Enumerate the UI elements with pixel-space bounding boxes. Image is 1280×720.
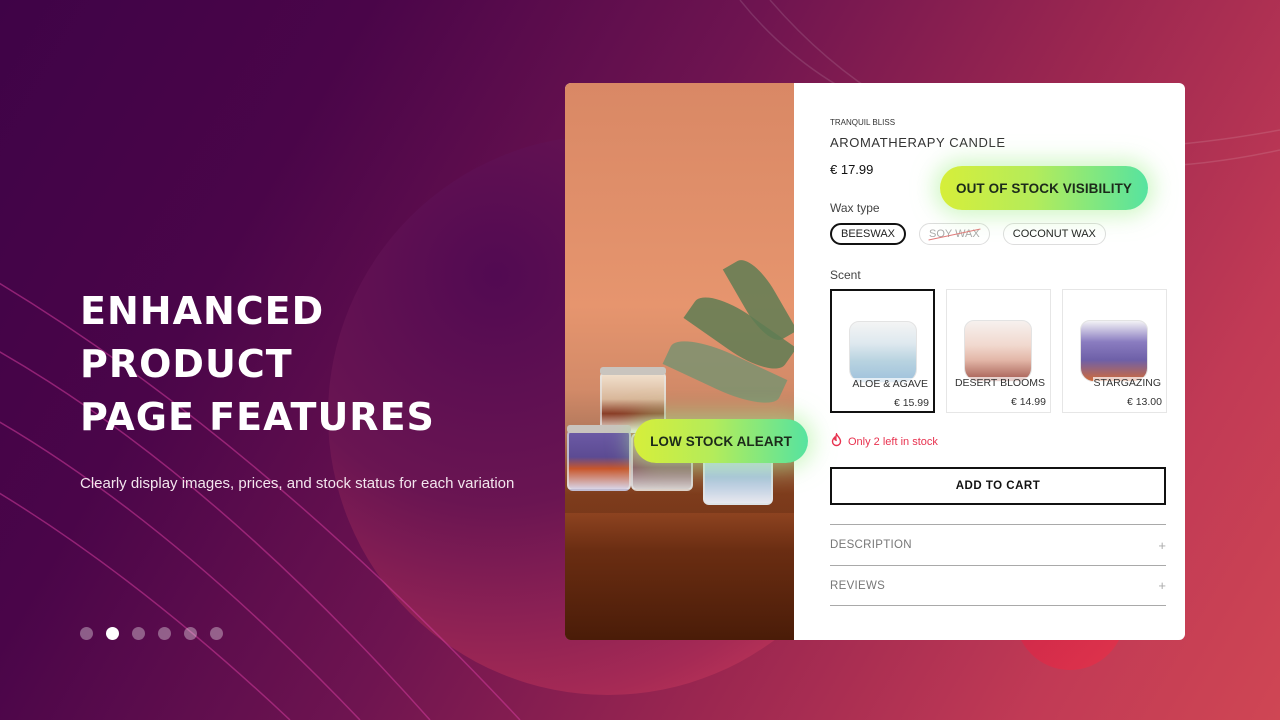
low-stock-text: Only 2 left in stock <box>848 435 938 448</box>
carousel-dot-4[interactable] <box>158 627 171 640</box>
plus-icon: + <box>1158 578 1166 593</box>
scent-option-desert-blooms[interactable]: DESERT BLOOMS € 14.99 <box>946 289 1051 413</box>
hero-subtitle: Clearly display images, prices, and stoc… <box>80 475 515 492</box>
scent-options: ALOE & AGAVE € 15.99 DESERT BLOOMS € 14.… <box>830 289 1167 413</box>
scent-price: € 13.00 <box>1126 396 1162 408</box>
scent-label: Scent <box>830 268 861 282</box>
wax-option-beeswax[interactable]: BEESWAX <box>830 223 906 245</box>
candle-thumbnail <box>1080 320 1148 382</box>
product-title: AROMATHERAPY CANDLE <box>830 135 1006 150</box>
carousel-dot-5[interactable] <box>184 627 197 640</box>
accordion-title: REVIEWS <box>830 579 886 592</box>
plus-icon: + <box>1158 537 1166 553</box>
low-stock-alert-badge: LOW STOCK ALEART <box>634 419 808 463</box>
hero-title-line-1: ENHANCED PRODUCT <box>80 289 325 386</box>
add-to-cart-button[interactable]: ADD TO CART <box>830 467 1166 505</box>
wax-option-coconut-wax[interactable]: COCONUT WAX <box>1002 223 1106 245</box>
wooden-table <box>565 513 794 640</box>
carousel-dot-6[interactable] <box>210 627 223 640</box>
carousel-pagination <box>80 627 223 640</box>
wax-option-soy-wax-out-of-stock[interactable]: SOY WAX <box>919 223 990 245</box>
accordion-description[interactable]: DESCRIPTION + <box>830 524 1166 565</box>
scent-name: STARGAZING <box>1092 377 1162 389</box>
scent-option-stargazing[interactable]: STARGAZING € 13.00 <box>1062 289 1167 413</box>
scent-name: DESERT BLOOMS <box>953 377 1046 389</box>
scent-name: ALOE & AGAVE <box>851 378 929 390</box>
out-of-stock-visibility-badge: OUT OF STOCK VISIBILITY <box>940 166 1148 210</box>
low-stock-message: Only 2 left in stock <box>830 431 938 450</box>
product-price: € 17.99 <box>830 162 874 177</box>
hero-title-line-2: PAGE FEATURES <box>80 395 435 439</box>
accordion-reviews[interactable]: REVIEWS + <box>830 565 1166 606</box>
wax-type-options: BEESWAX SOY WAX COCONUT WAX <box>830 223 1106 245</box>
product-brand: TRANQUIL BLISS <box>830 118 896 127</box>
hero-title: ENHANCED PRODUCT PAGE FEATURES <box>80 285 550 444</box>
wax-type-label: Wax type <box>830 201 880 215</box>
carousel-dot-3[interactable] <box>132 627 145 640</box>
carousel-dot-2-active[interactable] <box>106 627 119 640</box>
candle-thumbnail <box>849 321 917 383</box>
scent-price: € 14.99 <box>1010 396 1046 408</box>
product-photo <box>565 83 794 640</box>
accordion-title: DESCRIPTION <box>830 539 912 551</box>
candle-jar-stargazing <box>567 425 631 491</box>
hero-section: ENHANCED PRODUCT PAGE FEATURES Clearly d… <box>80 285 550 492</box>
scent-price: € 15.99 <box>893 397 929 409</box>
candle-thumbnail <box>964 320 1032 382</box>
carousel-dot-1[interactable] <box>80 627 93 640</box>
scent-option-aloe-agave[interactable]: ALOE & AGAVE € 15.99 <box>830 289 935 413</box>
fire-icon <box>830 431 843 450</box>
